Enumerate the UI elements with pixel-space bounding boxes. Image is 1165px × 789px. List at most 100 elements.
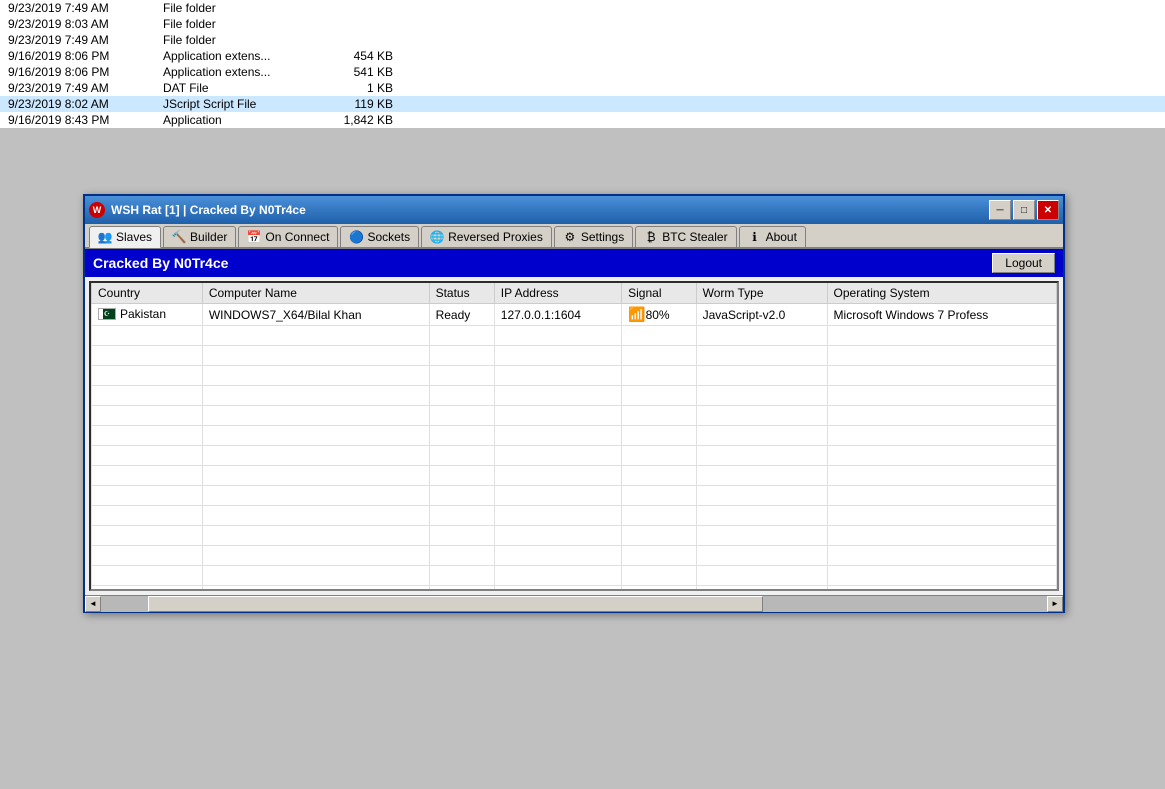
file-date: 9/23/2019 7:49 AM bbox=[8, 33, 163, 47]
app-icon-symbol: W bbox=[93, 205, 102, 215]
cell-operating-system: Microsoft Windows 7 Profess bbox=[827, 304, 1056, 326]
file-type: File folder bbox=[163, 33, 323, 47]
file-row[interactable]: 9/23/2019 8:02 AM JScript Script File 11… bbox=[0, 96, 1165, 112]
on-connect-tab-icon: 📅 bbox=[247, 230, 261, 244]
about-tab-label: About bbox=[766, 230, 797, 244]
file-date: 9/23/2019 7:49 AM bbox=[8, 81, 163, 95]
file-type: Application extens... bbox=[163, 49, 323, 63]
logout-button[interactable]: Logout bbox=[992, 253, 1055, 273]
builder-tab-label: Builder bbox=[190, 230, 227, 244]
table-row-empty bbox=[92, 446, 1057, 466]
slaves-tab-icon: 👥 bbox=[98, 230, 112, 244]
table-row-empty bbox=[92, 486, 1057, 506]
file-size: 119 KB bbox=[323, 97, 393, 111]
application-window: W WSH Rat [1] | Cracked By N0Tr4ce ─ □ ✕… bbox=[83, 194, 1065, 613]
about-tab-icon: ℹ bbox=[748, 230, 762, 244]
tab-settings[interactable]: ⚙ Settings bbox=[554, 226, 633, 247]
file-row[interactable]: 9/16/2019 8:43 PM Application 1,842 KB bbox=[0, 112, 1165, 128]
cell-computer-name: WINDOWS7_X64/Bilal Khan bbox=[202, 304, 429, 326]
table-row-empty bbox=[92, 326, 1057, 346]
data-table-container[interactable]: CountryComputer NameStatusIP AddressSign… bbox=[89, 281, 1059, 591]
cell-worm-type: JavaScript-v2.0 bbox=[696, 304, 827, 326]
cracked-text: Cracked By N0Tr4ce bbox=[93, 255, 228, 271]
tab-builder[interactable]: 🔨 Builder bbox=[163, 226, 236, 247]
tab-sockets[interactable]: 🔵 Sockets bbox=[340, 226, 419, 247]
col-header-signal: Signal bbox=[622, 283, 697, 304]
sockets-tab-icon: 🔵 bbox=[349, 230, 363, 244]
reversed-proxies-tab-label: Reversed Proxies bbox=[448, 230, 543, 244]
cell-status: Ready bbox=[429, 304, 494, 326]
file-date: 9/16/2019 8:06 PM bbox=[8, 49, 163, 63]
col-header-operating-system: Operating System bbox=[827, 283, 1056, 304]
file-type: Application extens... bbox=[163, 65, 323, 79]
file-date: 9/23/2019 8:02 AM bbox=[8, 97, 163, 111]
sockets-tab-label: Sockets bbox=[367, 230, 410, 244]
table-row-empty bbox=[92, 526, 1057, 546]
slaves-table: CountryComputer NameStatusIP AddressSign… bbox=[91, 283, 1057, 591]
file-type: JScript Script File bbox=[163, 97, 323, 111]
tab-slaves[interactable]: 👥 Slaves bbox=[89, 226, 161, 248]
file-row[interactable]: 9/23/2019 8:03 AM File folder bbox=[0, 16, 1165, 32]
scroll-thumb[interactable] bbox=[148, 596, 763, 612]
file-size: 1 KB bbox=[323, 81, 393, 95]
table-row-empty bbox=[92, 566, 1057, 586]
table-row-empty bbox=[92, 406, 1057, 426]
file-row[interactable]: 9/23/2019 7:49 AM File folder bbox=[0, 32, 1165, 48]
scroll-track[interactable] bbox=[101, 596, 1047, 612]
reversed-proxies-tab-icon: 🌐 bbox=[430, 230, 444, 244]
btc-stealer-tab-icon: ₿ bbox=[644, 230, 658, 244]
col-header-worm-type: Worm Type bbox=[696, 283, 827, 304]
file-date: 9/16/2019 8:43 PM bbox=[8, 113, 163, 127]
file-size: 1,842 KB bbox=[323, 113, 393, 127]
country-flag-cell: Pakistan bbox=[98, 307, 166, 321]
pakistan-flag-icon bbox=[98, 308, 116, 320]
col-header-status: Status bbox=[429, 283, 494, 304]
file-date: 9/16/2019 8:06 PM bbox=[8, 65, 163, 79]
settings-tab-label: Settings bbox=[581, 230, 624, 244]
file-row[interactable]: 9/23/2019 7:49 AM DAT File 1 KB bbox=[0, 80, 1165, 96]
table-row[interactable]: Pakistan WINDOWS7_X64/Bilal Khan Ready 1… bbox=[92, 304, 1057, 326]
scroll-left-arrow[interactable]: ◄ bbox=[85, 596, 101, 612]
title-bar: W WSH Rat [1] | Cracked By N0Tr4ce ─ □ ✕ bbox=[85, 196, 1063, 224]
tab-btc-stealer[interactable]: ₿ BTC Stealer bbox=[635, 226, 736, 247]
col-header-computer-name: Computer Name bbox=[202, 283, 429, 304]
tab-reversed-proxies[interactable]: 🌐 Reversed Proxies bbox=[421, 226, 552, 247]
on-connect-tab-label: On Connect bbox=[265, 230, 329, 244]
title-bar-left: W WSH Rat [1] | Cracked By N0Tr4ce bbox=[89, 202, 306, 218]
cell-ip-address: 127.0.0.1:1604 bbox=[494, 304, 621, 326]
tab-on-connect[interactable]: 📅 On Connect bbox=[238, 226, 338, 247]
file-date: 9/23/2019 7:49 AM bbox=[8, 1, 163, 15]
table-row-empty bbox=[92, 546, 1057, 566]
cell-country: Pakistan bbox=[92, 304, 203, 326]
maximize-button[interactable]: □ bbox=[1013, 200, 1035, 220]
file-type: File folder bbox=[163, 17, 323, 31]
builder-tab-icon: 🔨 bbox=[172, 230, 186, 244]
file-row[interactable]: 9/23/2019 7:49 AM File folder bbox=[0, 0, 1165, 16]
country-name: Pakistan bbox=[120, 307, 166, 321]
title-controls: ─ □ ✕ bbox=[989, 200, 1059, 220]
file-type: Application bbox=[163, 113, 323, 127]
col-header-ip-address: IP Address bbox=[494, 283, 621, 304]
signal-icon: 📶 bbox=[628, 306, 645, 322]
file-size: 541 KB bbox=[323, 65, 393, 79]
file-type: DAT File bbox=[163, 81, 323, 95]
settings-tab-icon: ⚙ bbox=[563, 230, 577, 244]
app-icon: W bbox=[89, 202, 105, 218]
scroll-right-arrow[interactable]: ► bbox=[1047, 596, 1063, 612]
tab-bar: 👥 Slaves 🔨 Builder 📅 On Connect 🔵 Socket… bbox=[85, 224, 1063, 249]
table-row-empty bbox=[92, 366, 1057, 386]
col-header-country: Country bbox=[92, 283, 203, 304]
window-title: WSH Rat [1] | Cracked By N0Tr4ce bbox=[111, 203, 306, 217]
file-row[interactable]: 9/16/2019 8:06 PM Application extens... … bbox=[0, 48, 1165, 64]
table-row-empty bbox=[92, 386, 1057, 406]
table-row-empty bbox=[92, 346, 1057, 366]
tab-about[interactable]: ℹ About bbox=[739, 226, 806, 247]
file-row[interactable]: 9/16/2019 8:06 PM Application extens... … bbox=[0, 64, 1165, 80]
horizontal-scrollbar[interactable]: ◄ ► bbox=[85, 595, 1063, 611]
table-row-empty bbox=[92, 506, 1057, 526]
close-button[interactable]: ✕ bbox=[1037, 200, 1059, 220]
minimize-button[interactable]: ─ bbox=[989, 200, 1011, 220]
cell-signal: 📶80% bbox=[622, 304, 697, 326]
table-row-empty bbox=[92, 426, 1057, 446]
file-size: 454 KB bbox=[323, 49, 393, 63]
